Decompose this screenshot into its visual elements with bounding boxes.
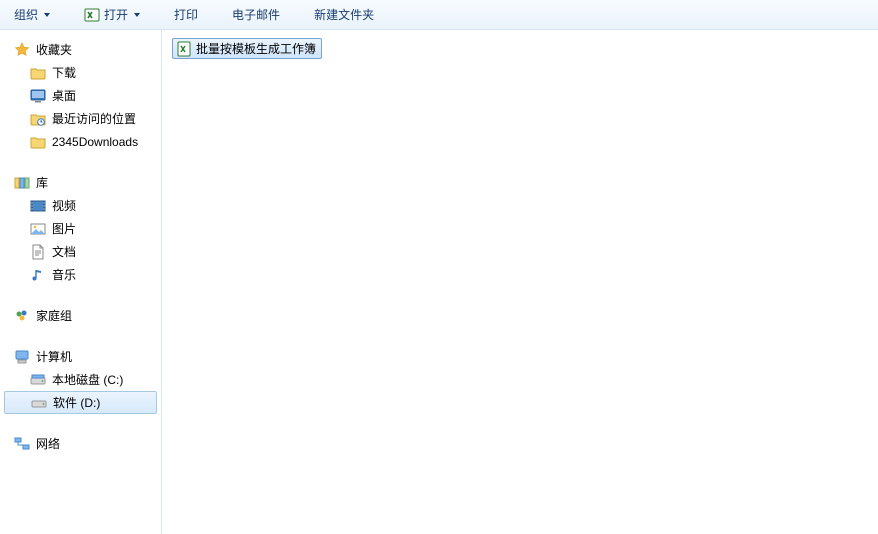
sidebar-item-documents[interactable]: 文档 <box>0 240 161 263</box>
tree-label: 图片 <box>52 220 76 237</box>
organize-label: 组织 <box>14 6 38 23</box>
computer-header[interactable]: 计算机 <box>0 345 161 368</box>
homegroup-icon <box>14 308 30 324</box>
tree-label: 2345Downloads <box>52 135 138 149</box>
picture-icon <box>30 221 46 237</box>
homegroup-group: 家庭组 <box>0 304 161 327</box>
video-icon <box>30 198 46 214</box>
folder-icon <box>30 134 46 150</box>
body-area: 收藏夹 下载 桌面 最近访问的位置 2345Downloads <box>0 30 878 534</box>
tree-label: 音乐 <box>52 266 76 283</box>
computer-group: 计算机 本地磁盘 (C:) 软件 (D:) <box>0 345 161 414</box>
tree-label: 最近访问的位置 <box>52 110 136 127</box>
tree-label: 视频 <box>52 197 76 214</box>
sidebar-item-downloads[interactable]: 下载 <box>0 61 161 84</box>
file-item[interactable]: 批量按模板生成工作簿 <box>172 38 322 59</box>
libraries-label: 库 <box>36 174 48 191</box>
tree-label: 文档 <box>52 243 76 260</box>
folder-icon <box>30 65 46 81</box>
network-group: 网络 <box>0 432 161 455</box>
print-label: 打印 <box>174 6 198 23</box>
sidebar-item-recent[interactable]: 最近访问的位置 <box>0 107 161 130</box>
sidebar-item-music[interactable]: 音乐 <box>0 263 161 286</box>
computer-icon <box>14 349 30 365</box>
desktop-icon <box>30 88 46 104</box>
drive-icon <box>30 372 46 388</box>
favorites-header[interactable]: 收藏夹 <box>0 38 161 61</box>
print-button[interactable]: 打印 <box>166 3 206 26</box>
star-icon <box>14 42 30 58</box>
sidebar-item-desktop[interactable]: 桌面 <box>0 84 161 107</box>
organize-button[interactable]: 组织 <box>6 3 58 26</box>
tree-label: 软件 (D:) <box>53 394 100 411</box>
recent-icon <box>30 111 46 127</box>
open-button[interactable]: 打开 <box>76 3 148 26</box>
computer-label: 计算机 <box>36 348 72 365</box>
file-name: 批量按模板生成工作簿 <box>196 40 316 57</box>
new-folder-button[interactable]: 新建文件夹 <box>306 3 382 26</box>
content-pane[interactable]: 批量按模板生成工作簿 <box>162 30 878 534</box>
navigation-sidebar: 收藏夹 下载 桌面 最近访问的位置 2345Downloads <box>0 30 162 534</box>
open-label: 打开 <box>104 6 128 23</box>
drive-icon <box>31 395 47 411</box>
library-icon <box>14 175 30 191</box>
document-icon <box>30 244 46 260</box>
new-folder-label: 新建文件夹 <box>314 6 374 23</box>
favorites-label: 收藏夹 <box>36 41 72 58</box>
network-icon <box>14 436 30 452</box>
email-label: 电子邮件 <box>232 6 280 23</box>
chevron-down-icon <box>44 13 50 17</box>
tree-label: 下载 <box>52 64 76 81</box>
homegroup-label: 家庭组 <box>36 307 72 324</box>
sidebar-item-drive-d[interactable]: 软件 (D:) <box>4 391 157 414</box>
email-button[interactable]: 电子邮件 <box>224 3 288 26</box>
excel-icon <box>84 7 100 23</box>
network-label: 网络 <box>36 435 60 452</box>
music-icon <box>30 267 46 283</box>
homegroup-header[interactable]: 家庭组 <box>0 304 161 327</box>
excel-file-icon <box>176 41 192 57</box>
network-header[interactable]: 网络 <box>0 432 161 455</box>
libraries-group: 库 视频 图片 文档 音乐 <box>0 171 161 286</box>
toolbar: 组织 打开 打印 电子邮件 新建文件夹 <box>0 0 878 30</box>
sidebar-item-2345downloads[interactable]: 2345Downloads <box>0 130 161 153</box>
sidebar-item-drive-c[interactable]: 本地磁盘 (C:) <box>0 368 161 391</box>
sidebar-item-pictures[interactable]: 图片 <box>0 217 161 240</box>
favorites-group: 收藏夹 下载 桌面 最近访问的位置 2345Downloads <box>0 38 161 153</box>
tree-label: 桌面 <box>52 87 76 104</box>
sidebar-item-videos[interactable]: 视频 <box>0 194 161 217</box>
libraries-header[interactable]: 库 <box>0 171 161 194</box>
chevron-down-icon <box>134 13 140 17</box>
tree-label: 本地磁盘 (C:) <box>52 371 123 388</box>
